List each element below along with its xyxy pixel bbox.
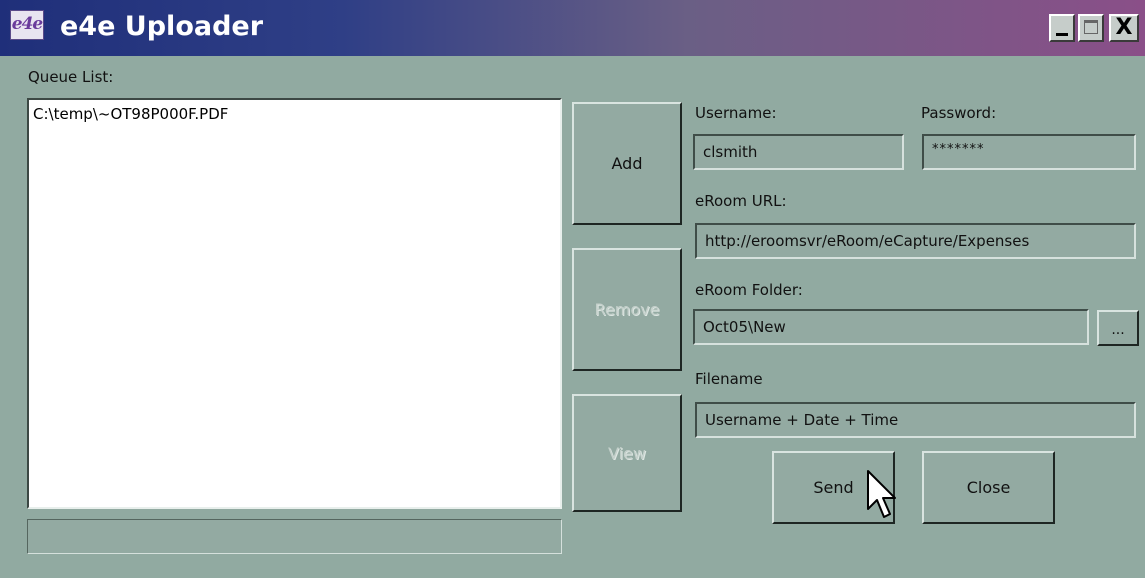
password-label: Password: [921, 104, 997, 122]
uploader-window: e4e e4e Uploader X Queue List: C:\temp\~… [0, 0, 1145, 578]
remove-button[interactable]: Remove [572, 248, 682, 371]
password-field[interactable]: ******* [922, 134, 1136, 170]
close-button[interactable]: Close [922, 451, 1055, 524]
list-item[interactable]: C:\temp\~OT98P000F.PDF [33, 105, 228, 123]
filename-label: Filename [695, 370, 763, 388]
add-button[interactable]: Add [572, 102, 682, 225]
minimize-button[interactable] [1049, 14, 1075, 42]
maximize-button[interactable] [1078, 14, 1104, 42]
maximize-icon [1084, 20, 1098, 34]
eroom-folder-field[interactable]: Oct05\New [693, 309, 1089, 345]
eroom-url-field[interactable]: http://eroomsvr/eRoom/eCapture/Expenses [695, 223, 1136, 259]
eroom-folder-label: eRoom Folder: [695, 281, 803, 299]
title-bar[interactable]: e4e e4e Uploader X [0, 0, 1145, 56]
queue-list-label: Queue List: [28, 68, 114, 86]
close-window-button[interactable]: X [1109, 14, 1139, 42]
close-icon: X [1115, 15, 1133, 40]
eroom-url-label: eRoom URL: [695, 192, 787, 210]
app-logo-icon: e4e [10, 10, 44, 40]
username-field[interactable]: clsmith [693, 134, 904, 170]
mouse-pointer-icon [867, 470, 896, 518]
minimize-icon [1056, 33, 1068, 36]
filename-field[interactable]: Username + Date + Time [695, 402, 1136, 438]
username-label: Username: [695, 104, 777, 122]
window-title: e4e Uploader [60, 11, 264, 42]
view-button[interactable]: View [572, 394, 682, 512]
progress-status-field [27, 519, 562, 554]
queue-listbox[interactable]: C:\temp\~OT98P000F.PDF [27, 98, 562, 509]
browse-folder-button[interactable]: ... [1097, 310, 1139, 346]
